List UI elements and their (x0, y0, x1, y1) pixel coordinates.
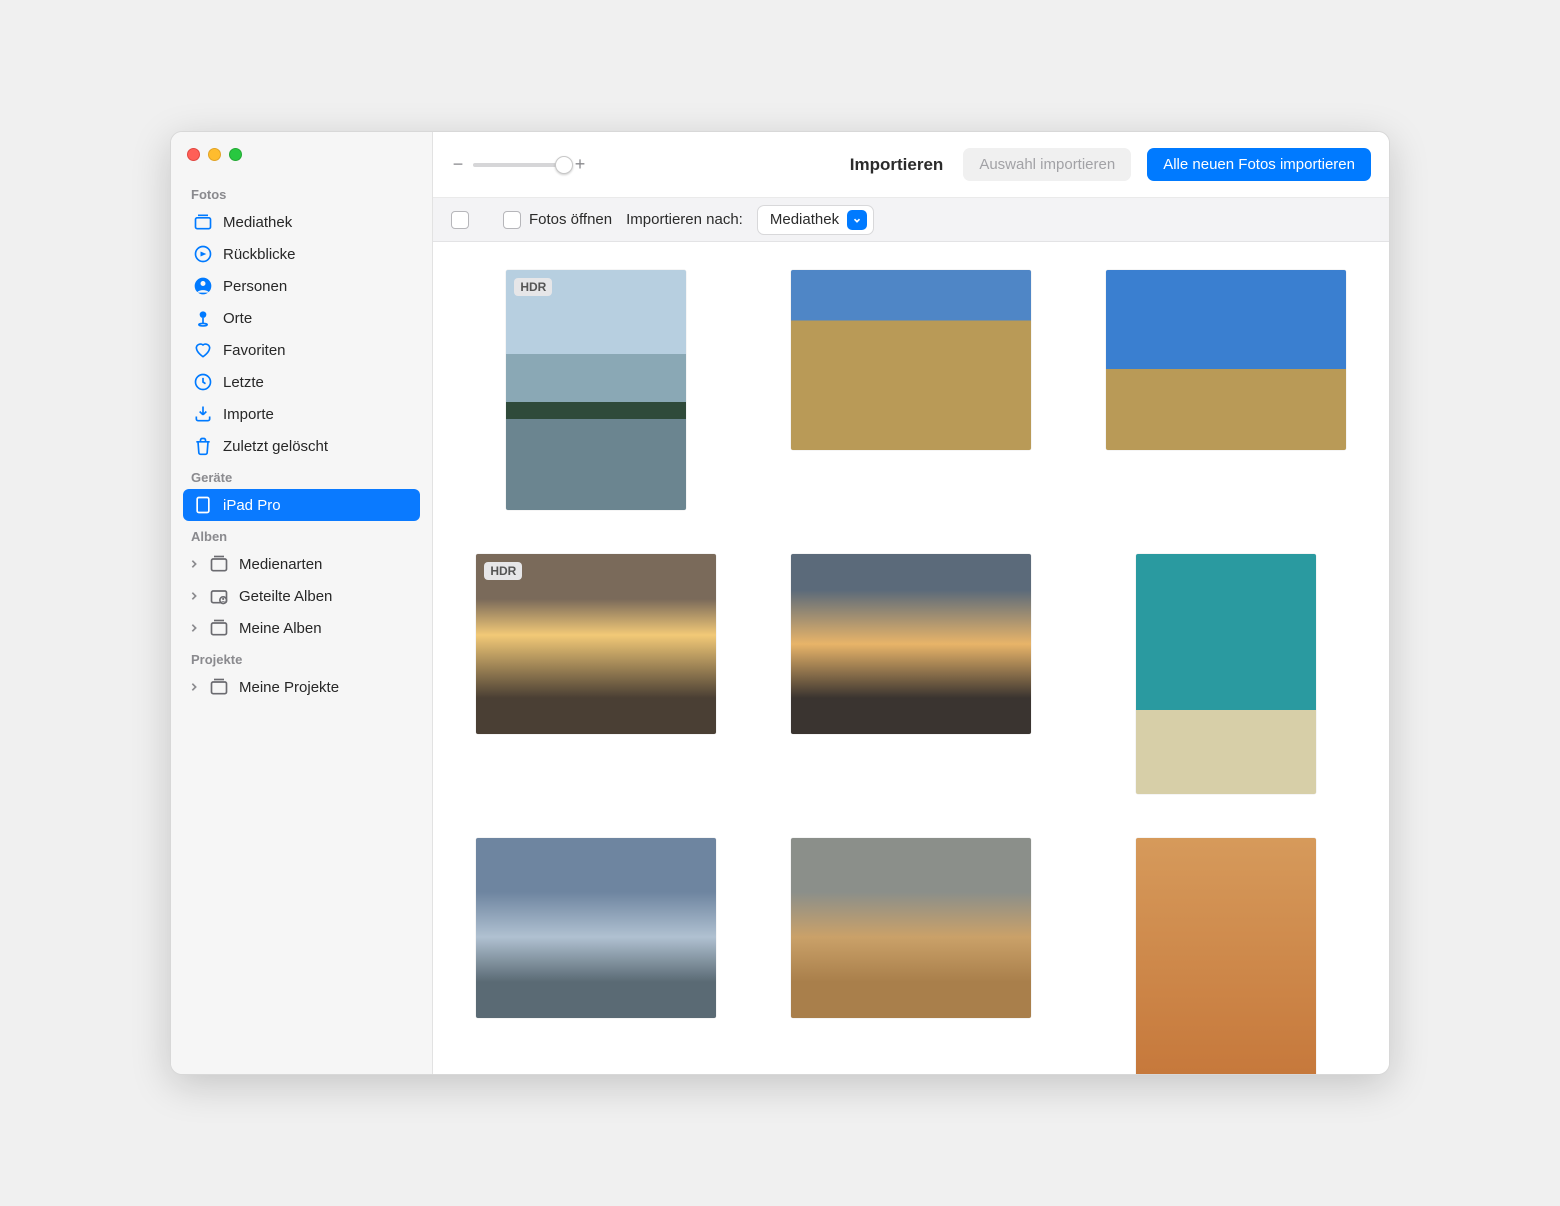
sidebar-item-label: Personen (223, 278, 287, 295)
sidebar-item-label: Rückblicke (223, 246, 296, 263)
hdr-badge: HDR (514, 278, 552, 296)
sidebar-item-label: Orte (223, 310, 252, 327)
album-icon (209, 554, 229, 574)
shared-album-icon (209, 586, 229, 606)
photo-thumbnail[interactable]: HDR (506, 270, 686, 510)
sidebar-item-ipad[interactable]: iPad Pro (183, 489, 420, 521)
sidebar-item-myalbums[interactable]: Meine Alben (183, 612, 420, 644)
select-all-checkbox[interactable] (451, 211, 469, 229)
trash-icon (193, 436, 213, 456)
memories-icon (193, 244, 213, 264)
page-title: Importieren (850, 155, 944, 175)
ipad-icon (193, 495, 213, 515)
sidebar-item-label: iPad Pro (223, 497, 281, 514)
toolbar: − + Importieren Auswahl importieren Alle… (433, 132, 1389, 198)
heart-icon (193, 340, 213, 360)
open-photos-label: Fotos öffnen (529, 211, 612, 228)
sidebar-item-people[interactable]: Personen (183, 270, 420, 302)
sidebar-item-label: Letzte (223, 374, 264, 391)
map-pin-icon (193, 308, 213, 328)
app-window: Fotos Mediathek Rückblicke Personen Orte (170, 131, 1390, 1075)
chevron-right-icon (189, 679, 201, 696)
import-all-button[interactable]: Alle neuen Fotos importieren (1147, 148, 1371, 181)
window-controls (183, 146, 420, 179)
sidebar-item-label: Zuletzt gelöscht (223, 438, 328, 455)
sidebar-item-label: Geteilte Alben (239, 588, 332, 605)
chevron-right-icon (189, 588, 201, 605)
zoom-slider-knob[interactable] (555, 156, 573, 174)
close-window-button[interactable] (187, 148, 200, 161)
minimize-window-button[interactable] (208, 148, 221, 161)
photo-thumbnail[interactable] (791, 554, 1031, 734)
sidebar-item-label: Meine Projekte (239, 679, 339, 696)
open-photos-checkbox[interactable] (503, 211, 521, 229)
import-destination-select[interactable]: Mediathek (757, 205, 874, 235)
clock-icon (193, 372, 213, 392)
sidebar-item-label: Meine Alben (239, 620, 322, 637)
photo-thumbnail[interactable] (791, 270, 1031, 450)
chevron-right-icon (189, 620, 201, 637)
photo-thumbnail[interactable] (791, 838, 1031, 1018)
zoom-slider[interactable] (473, 163, 565, 167)
chevron-down-icon (847, 210, 867, 230)
import-destination-value: Mediathek (770, 211, 839, 228)
photo-stack-icon (193, 212, 213, 232)
sidebar-item-label: Importe (223, 406, 274, 423)
zoom-in-icon[interactable]: + (573, 154, 587, 175)
main-content: − + Importieren Auswahl importieren Alle… (433, 132, 1389, 1074)
fullscreen-window-button[interactable] (229, 148, 242, 161)
sidebar-item-myprojects[interactable]: Meine Projekte (183, 671, 420, 703)
sidebar-item-label: Mediathek (223, 214, 292, 231)
import-to-label: Importieren nach: (626, 211, 743, 228)
thumbnail-grid-scroll[interactable]: HDR HDR (433, 242, 1389, 1074)
sidebar-item-memories[interactable]: Rückblicke (183, 238, 420, 270)
sidebar-item-favorites[interactable]: Favoriten (183, 334, 420, 366)
sidebar-item-recent[interactable]: Letzte (183, 366, 420, 398)
sidebar-item-library[interactable]: Mediathek (183, 206, 420, 238)
person-circle-icon (193, 276, 213, 296)
sidebar-section-devices: Geräte (183, 462, 420, 489)
sidebar-item-trash[interactable]: Zuletzt gelöscht (183, 430, 420, 462)
sidebar-item-shared[interactable]: Geteilte Alben (183, 580, 420, 612)
photo-thumbnail[interactable] (1136, 838, 1316, 1074)
photo-thumbnail[interactable] (1136, 554, 1316, 794)
thumbnail-grid: HDR HDR (453, 270, 1369, 1074)
sidebar: Fotos Mediathek Rückblicke Personen Orte (171, 132, 433, 1074)
sidebar-item-places[interactable]: Orte (183, 302, 420, 334)
sidebar-section-projects: Projekte (183, 644, 420, 671)
sidebar-item-label: Medienarten (239, 556, 322, 573)
photo-thumbnail[interactable] (476, 838, 716, 1018)
zoom-control[interactable]: − + (451, 154, 587, 175)
sidebar-section-albums: Alben (183, 521, 420, 548)
zoom-out-icon[interactable]: − (451, 154, 465, 175)
album-icon (209, 618, 229, 638)
open-photos-option[interactable]: Fotos öffnen (503, 211, 612, 229)
download-icon (193, 404, 213, 424)
sidebar-item-imports[interactable]: Importe (183, 398, 420, 430)
options-bar: Fotos öffnen Importieren nach: Mediathek (433, 198, 1389, 242)
sidebar-section-photos: Fotos (183, 179, 420, 206)
chevron-right-icon (189, 556, 201, 573)
sidebar-item-label: Favoriten (223, 342, 286, 359)
hdr-badge: HDR (484, 562, 522, 580)
album-icon (209, 677, 229, 697)
import-selection-button[interactable]: Auswahl importieren (963, 148, 1131, 181)
photo-thumbnail[interactable]: HDR (476, 554, 716, 734)
sidebar-item-mediatypes[interactable]: Medienarten (183, 548, 420, 580)
photo-thumbnail[interactable] (1106, 270, 1346, 450)
